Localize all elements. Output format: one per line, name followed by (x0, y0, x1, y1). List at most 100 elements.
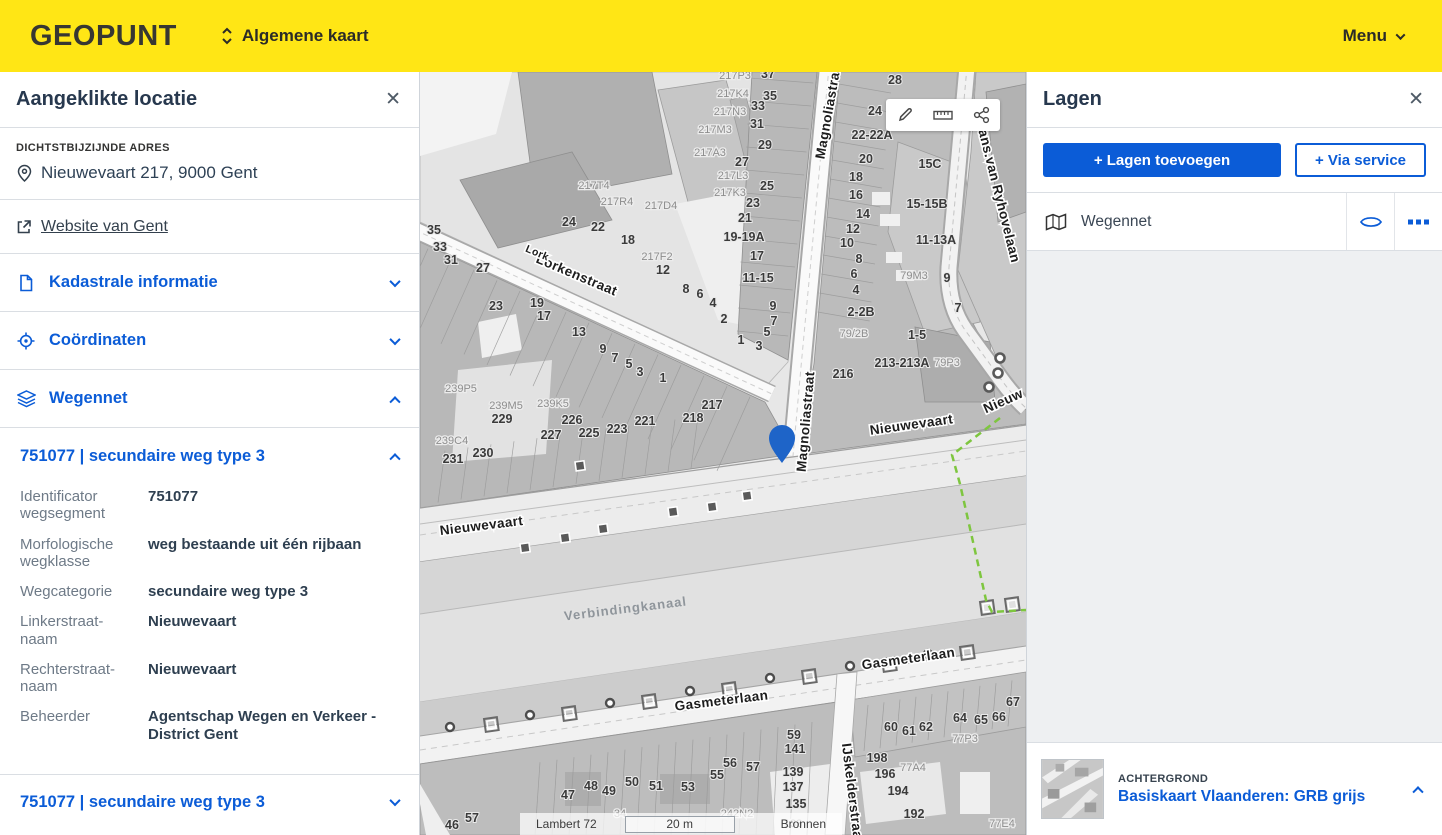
layers-empty-area (1027, 251, 1442, 742)
svg-text:4: 4 (710, 296, 717, 310)
svg-text:48: 48 (584, 779, 598, 793)
svg-text:217N3: 217N3 (714, 106, 746, 118)
svg-text:27: 27 (735, 155, 749, 169)
svg-text:196: 196 (875, 767, 896, 781)
svg-text:11-15: 11-15 (742, 271, 773, 285)
layer-name: Wegennet (1081, 213, 1151, 231)
svg-text:217K4: 217K4 (717, 88, 749, 100)
svg-text:192: 192 (904, 807, 925, 821)
svg-text:79P3: 79P3 (934, 357, 960, 369)
svg-text:56: 56 (723, 756, 737, 770)
svg-text:2-2B: 2-2B (847, 305, 874, 319)
layer-row-wegennet[interactable]: Wegennet (1027, 193, 1442, 251)
app-header: GEOPUNT Algemene kaart Menu (0, 0, 1442, 72)
visibility-eye-icon (1359, 214, 1383, 230)
chevron-down-icon (389, 333, 400, 344)
measure-tool-button[interactable] (926, 99, 960, 131)
svg-text:12: 12 (846, 222, 860, 236)
close-icon[interactable]: ✕ (385, 90, 401, 109)
svg-text:239C4: 239C4 (436, 435, 468, 447)
section-coordinaten[interactable]: Coördinaten (0, 312, 419, 370)
draw-icon (896, 106, 914, 124)
menu-button[interactable]: Menu (1343, 26, 1404, 46)
svg-text:11-13A: 11-13A (916, 233, 956, 247)
road-segment-header-collapsed[interactable]: 751077 | secundaire weg type 3 (0, 774, 419, 830)
section-label: Coördinaten (49, 331, 146, 350)
via-service-button[interactable]: + Via service (1295, 143, 1426, 177)
svg-text:141: 141 (785, 742, 806, 756)
svg-text:23: 23 (746, 196, 760, 210)
svg-text:24: 24 (868, 104, 882, 118)
svg-text:135: 135 (786, 797, 807, 811)
chevron-down-icon (389, 795, 400, 806)
svg-text:8: 8 (856, 252, 863, 266)
field-row: Linkerstraat-naam Nieuwevaart (20, 613, 399, 648)
svg-text:3: 3 (756, 339, 763, 353)
svg-text:31: 31 (444, 253, 458, 267)
svg-text:29: 29 (758, 138, 772, 152)
svg-text:10: 10 (840, 236, 854, 250)
sources-link[interactable]: Bronnen (781, 817, 826, 831)
section-kadastrale-informatie[interactable]: Kadastrale informatie (0, 254, 419, 312)
draw-tool-button[interactable] (888, 99, 922, 131)
svg-text:217K3: 217K3 (714, 187, 746, 199)
svg-text:229: 229 (492, 412, 513, 426)
target-icon (17, 332, 35, 350)
svg-text:217: 217 (702, 398, 723, 412)
svg-text:221: 221 (635, 414, 656, 428)
svg-text:2: 2 (721, 312, 728, 326)
svg-text:35: 35 (427, 223, 441, 237)
svg-text:66: 66 (992, 710, 1006, 724)
svg-text:1: 1 (738, 333, 745, 347)
chevron-up-icon (389, 453, 400, 464)
add-layers-button[interactable]: + Lagen toevoegen (1043, 143, 1281, 177)
svg-text:14: 14 (856, 207, 870, 221)
svg-text:217F2: 217F2 (641, 251, 672, 263)
svg-text:57: 57 (465, 811, 479, 825)
layer-visibility-button[interactable] (1347, 193, 1394, 250)
geopunt-logo[interactable]: GEOPUNT (30, 20, 177, 53)
section-wegennet[interactable]: Wegennet (0, 370, 419, 428)
map-canvas[interactable]: 217P3217K4217N3217M3217A3217L3217K3217T4… (420, 72, 1026, 835)
background-layer-row: ACHTERGROND Basiskaart Vlaanderen: GRB g… (1027, 742, 1442, 835)
background-layer-link[interactable]: Basiskaart Vlaanderen: GRB grijs (1118, 788, 1365, 806)
close-icon[interactable]: ✕ (1408, 90, 1424, 109)
road-segment-header[interactable]: 751077 | secundaire weg type 3 (0, 428, 419, 484)
external-link-icon (16, 219, 32, 235)
svg-text:6: 6 (697, 287, 704, 301)
svg-text:217L3: 217L3 (718, 170, 749, 182)
more-options-icon (1408, 219, 1430, 225)
svg-text:61: 61 (902, 724, 916, 738)
share-tool-button[interactable] (964, 99, 998, 131)
clicked-location-panel: Aangeklikte locatie ✕ DICHTSTBIJZIJNDE A… (0, 72, 420, 835)
svg-text:217P3: 217P3 (719, 72, 751, 82)
svg-text:77P3: 77P3 (952, 733, 978, 745)
svg-text:230: 230 (473, 446, 494, 460)
location-pin-icon (16, 164, 33, 183)
svg-text:60: 60 (884, 720, 898, 734)
svg-text:47: 47 (561, 788, 575, 802)
svg-text:33: 33 (433, 240, 447, 254)
svg-text:77A4: 77A4 (900, 762, 926, 774)
svg-text:67: 67 (1006, 695, 1020, 709)
svg-text:1-5: 1-5 (908, 328, 926, 342)
svg-text:217M3: 217M3 (698, 124, 732, 136)
svg-text:28: 28 (888, 73, 902, 87)
svg-text:77E4: 77E4 (989, 818, 1015, 830)
svg-text:16: 16 (849, 188, 863, 202)
layer-more-options-button[interactable] (1395, 193, 1442, 250)
svg-text:7: 7 (955, 301, 962, 315)
nearest-address-block: DICHTSTBIJZIJNDE ADRES Nieuwevaart 217, … (0, 128, 419, 200)
map-switcher[interactable]: Algemene kaart (221, 26, 369, 46)
svg-text:49: 49 (602, 784, 616, 798)
svg-text:27: 27 (476, 261, 490, 275)
svg-text:22: 22 (591, 220, 605, 234)
website-link[interactable]: Website van Gent (0, 200, 419, 254)
svg-text:65: 65 (974, 713, 988, 727)
svg-text:226: 226 (562, 413, 583, 427)
road-segment-title: 751077 | secundaire weg type 3 (20, 447, 265, 466)
svg-text:223: 223 (607, 422, 628, 436)
svg-text:225: 225 (579, 426, 600, 440)
background-thumbnail[interactable] (1041, 759, 1104, 819)
svg-text:239P5: 239P5 (445, 383, 477, 395)
